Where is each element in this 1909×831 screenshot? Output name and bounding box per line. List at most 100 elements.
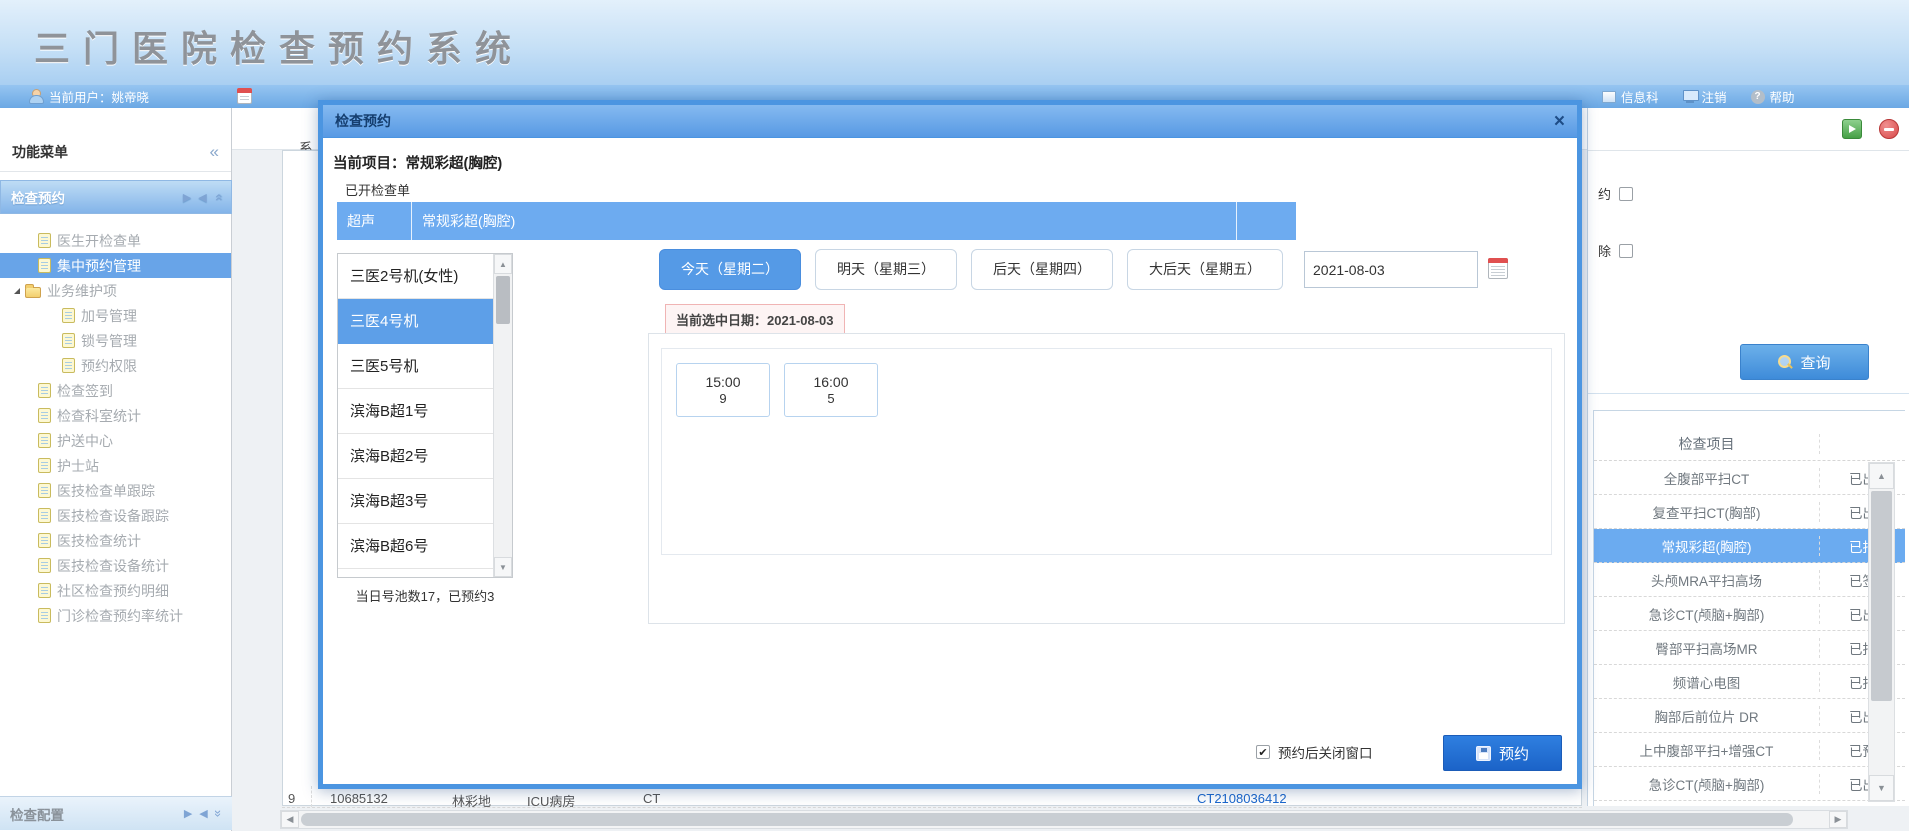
sidebar-item[interactable]: 护送中心 bbox=[0, 428, 231, 453]
scroll-right-icon[interactable]: ▶ bbox=[1829, 811, 1847, 828]
exam-table-row[interactable]: 急诊CT(颅脑+胸部)已出 bbox=[1594, 597, 1905, 631]
machine-scrollbar-thumb[interactable] bbox=[496, 276, 510, 324]
accordion-section-exam-config[interactable]: 检查配置 ▶ ◀ » bbox=[0, 796, 232, 830]
day-tab[interactable]: 明天（星期三） bbox=[815, 249, 957, 290]
sidebar-item[interactable]: 预约权限 bbox=[0, 353, 231, 378]
time-slot-button[interactable]: 16:005 bbox=[784, 363, 878, 417]
scroll-down-icon[interactable]: ▼ bbox=[1869, 775, 1894, 801]
monitor-icon bbox=[1683, 90, 1697, 103]
exam-link[interactable]: CT2108036412 bbox=[1197, 791, 1287, 806]
collapse-up-icon[interactable]: » bbox=[210, 193, 225, 200]
close-icon[interactable]: × bbox=[1554, 112, 1565, 131]
sidebar-item[interactable]: 护士站 bbox=[0, 453, 231, 478]
vertical-scrollbar-thumb[interactable] bbox=[1871, 491, 1892, 701]
sidebar-item[interactable]: 医技检查单跟踪 bbox=[0, 478, 231, 503]
topbar-link-logout[interactable]: 注销 bbox=[1683, 87, 1727, 106]
machine-list-scrollbar[interactable]: ▲ ▼ bbox=[493, 254, 512, 577]
sidebar-item[interactable]: 社区检查预约明细 bbox=[0, 578, 231, 603]
exam-table-header: 检查项目 bbox=[1594, 427, 1905, 461]
collapse-sidebar-icon[interactable]: « bbox=[210, 132, 219, 172]
exam-table-row[interactable]: 上中腹部平扫+增强CT已预 bbox=[1594, 733, 1905, 767]
row-number-cell: 9 bbox=[288, 791, 295, 806]
machine-list-item[interactable]: 滨海B超3号 bbox=[338, 479, 493, 524]
sidebar-item[interactable]: 医生开检查单 bbox=[0, 228, 231, 253]
exam-table-row[interactable]: 常规彩超(胸腔)已报 bbox=[1594, 529, 1905, 563]
exam-table-row[interactable]: 急诊CT(颅脑+胸部)已出 bbox=[1594, 767, 1905, 801]
sidebar-item-label: 检查科室统计 bbox=[57, 406, 141, 426]
book-button-label: 预约 bbox=[1499, 743, 1529, 764]
accordion-icons: ▶ ◀ » bbox=[184, 806, 222, 821]
remove-record-icon[interactable] bbox=[1879, 119, 1899, 139]
document-icon bbox=[38, 383, 51, 398]
accordion-section-exam-booking[interactable]: 检查预约 ▶ ◀ » bbox=[0, 180, 232, 214]
calendar-icon[interactable] bbox=[237, 88, 252, 104]
scroll-left-icon[interactable]: ◀ bbox=[281, 811, 299, 828]
document-icon bbox=[38, 483, 51, 498]
add-record-icon[interactable] bbox=[1842, 119, 1862, 139]
dialog-titlebar[interactable]: 检查预约 × bbox=[323, 105, 1577, 138]
topbar-link-info-dept[interactable]: 信息科 bbox=[1602, 87, 1659, 106]
filter-checkbox[interactable] bbox=[1619, 187, 1633, 201]
sidebar-item[interactable]: 门诊检查预约率统计 bbox=[0, 603, 231, 628]
sidebar-item[interactable]: 锁号管理 bbox=[0, 328, 231, 353]
arrow-left-icon[interactable]: ◀ bbox=[198, 191, 206, 204]
sidebar-item[interactable]: 医技检查统计 bbox=[0, 528, 231, 553]
book-button[interactable]: 预约 bbox=[1443, 735, 1562, 771]
arrow-right-icon[interactable]: ▶ bbox=[183, 191, 191, 204]
close-after-checkbox[interactable]: ✔ bbox=[1256, 745, 1270, 759]
expand-down-icon[interactable]: » bbox=[211, 810, 226, 817]
exam-table-row[interactable]: 频谱心电图已报 bbox=[1594, 665, 1905, 699]
check-icon: ✔ bbox=[1258, 746, 1267, 759]
document-icon bbox=[38, 458, 51, 473]
exam-table-row[interactable]: 头颅MRA平扫高场已签 bbox=[1594, 563, 1905, 597]
accordion-icons: ▶ ◀ » bbox=[183, 190, 221, 205]
topbar-link-help[interactable]: ? 帮助 bbox=[1751, 87, 1795, 106]
toolbar-divider bbox=[1588, 150, 1909, 151]
exam-table-row[interactable]: 复查平扫CT(胸部)已出 bbox=[1594, 495, 1905, 529]
machine-list-item[interactable]: 三医2号机(女性) bbox=[338, 254, 493, 299]
vertical-scrollbar[interactable]: ▲ ▼ bbox=[1868, 462, 1895, 802]
horizontal-scrollbar[interactable]: ◀ ▶ bbox=[280, 810, 1848, 829]
filter-label: 除 bbox=[1598, 241, 1611, 260]
exam-table-row[interactable]: 臀部平扫高场MR已报 bbox=[1594, 631, 1905, 665]
scroll-down-icon[interactable]: ▼ bbox=[494, 557, 512, 577]
filter-checkbox[interactable] bbox=[1619, 244, 1633, 258]
scroll-up-icon[interactable]: ▲ bbox=[494, 254, 512, 274]
tree-expand-icon[interactable] bbox=[14, 288, 20, 294]
horizontal-scrollbar-thumb[interactable] bbox=[301, 813, 1793, 826]
day-tab[interactable]: 大后天（星期五） bbox=[1127, 249, 1283, 290]
document-icon bbox=[62, 308, 75, 323]
sidebar-item[interactable]: 检查签到 bbox=[0, 378, 231, 403]
exam-table-row[interactable]: 胸部后前位片 DR已出 bbox=[1594, 699, 1905, 733]
sidebar-item-label: 护士站 bbox=[57, 456, 99, 476]
sidebar-item[interactable]: 检查科室统计 bbox=[0, 403, 231, 428]
time-slot-button[interactable]: 15:009 bbox=[676, 363, 770, 417]
arrow-right-icon[interactable]: ▶ bbox=[184, 807, 192, 820]
machine-list-item[interactable]: 三医4号机 bbox=[338, 299, 493, 344]
scroll-up-icon[interactable]: ▲ bbox=[1869, 463, 1894, 489]
exam-table-row[interactable]: 全腹部平扫CT已出 bbox=[1594, 461, 1905, 495]
sidebar-panel-title: 功能菜单 bbox=[12, 144, 68, 160]
day-tabs: 今天（星期二） 明天（星期三） 后天（星期四） 大后天（星期五） bbox=[659, 249, 1283, 290]
sidebar-item[interactable]: 集中预约管理 bbox=[0, 253, 231, 278]
machine-list-item[interactable]: 滨海B超6号 bbox=[338, 524, 493, 569]
date-picker-icon[interactable] bbox=[1488, 258, 1508, 279]
order-header-row[interactable]: 超声 常规彩超(胸腔) bbox=[337, 202, 1296, 240]
sidebar-item[interactable]: 业务维护项 bbox=[0, 278, 231, 303]
date-input[interactable] bbox=[1304, 251, 1478, 288]
machine-list-item[interactable]: 三医5号机 bbox=[338, 344, 493, 389]
table-row-divider bbox=[282, 807, 1582, 808]
exam-item-cell: 急诊CT(颅脑+胸部) bbox=[1594, 774, 1820, 794]
save-icon bbox=[1476, 746, 1491, 761]
sidebar-item-label: 集中预约管理 bbox=[57, 256, 141, 276]
exam-item-cell: 全腹部平扫CT bbox=[1594, 468, 1820, 488]
arrow-left-icon[interactable]: ◀ bbox=[199, 807, 207, 820]
machine-list-item[interactable]: 滨海B超1号 bbox=[338, 389, 493, 434]
query-button[interactable]: 查询 bbox=[1740, 344, 1869, 380]
sidebar-item[interactable]: 医技检查设备跟踪 bbox=[0, 503, 231, 528]
sidebar-item[interactable]: 加号管理 bbox=[0, 303, 231, 328]
day-tab[interactable]: 今天（星期二） bbox=[659, 249, 801, 290]
sidebar-item[interactable]: 医技检查设备统计 bbox=[0, 553, 231, 578]
machine-list-item[interactable]: 滨海B超2号 bbox=[338, 434, 493, 479]
day-tab[interactable]: 后天（星期四） bbox=[971, 249, 1113, 290]
